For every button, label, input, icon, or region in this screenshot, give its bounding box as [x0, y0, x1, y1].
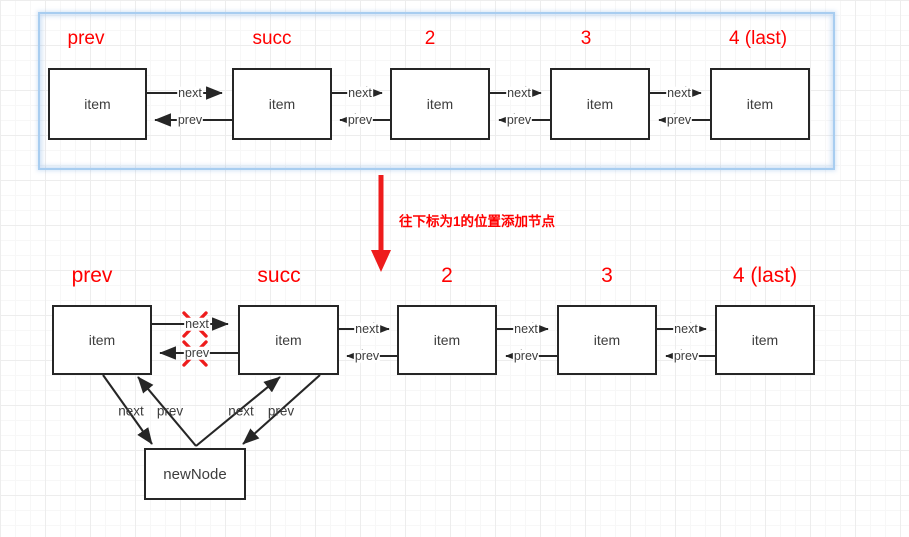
- newnode-link-next: next: [228, 403, 254, 419]
- top-header-succ: succ: [252, 28, 292, 49]
- top-node-succ[interactable]: item: [232, 68, 332, 140]
- node-label: item: [746, 96, 774, 112]
- node-label: item: [586, 96, 614, 112]
- node-label: item: [433, 332, 461, 348]
- bottom-header-3: 3: [601, 264, 613, 287]
- new-node-label: newNode: [163, 465, 227, 483]
- top-link-next-2: next: [506, 85, 532, 100]
- top-header-2: 2: [424, 28, 436, 49]
- new-node-box[interactable]: newNode: [144, 448, 246, 500]
- bottom-header-2: 2: [441, 264, 453, 287]
- bottom-header-prev: prev: [71, 264, 113, 287]
- broken-link-next: next: [184, 316, 210, 331]
- node-label: item: [751, 332, 779, 348]
- node-label: item: [426, 96, 454, 112]
- top-node-2[interactable]: item: [390, 68, 490, 140]
- node-label: item: [268, 96, 296, 112]
- top-link-prev-2: prev: [505, 112, 533, 127]
- newnode-link-prev-next: next: [118, 403, 144, 419]
- newnode-link-succ-prev: prev: [267, 403, 295, 419]
- bottom-link-next-2: next: [513, 321, 539, 336]
- top-link-next-1: next: [347, 85, 373, 100]
- top-link-prev-3: prev: [665, 112, 693, 127]
- bottom-node-succ[interactable]: item: [238, 305, 339, 375]
- bottom-node-3[interactable]: item: [557, 305, 657, 375]
- top-node-prev[interactable]: item: [48, 68, 147, 140]
- top-link-next-3: next: [666, 85, 692, 100]
- top-link-next-0: next: [177, 85, 203, 100]
- top-header-3: 3: [580, 28, 592, 49]
- bottom-link-next-3: next: [673, 321, 699, 336]
- bottom-link-next-1: next: [354, 321, 380, 336]
- top-link-prev-1: prev: [346, 112, 374, 127]
- top-node-4[interactable]: item: [710, 68, 810, 140]
- bottom-link-prev-2: prev: [512, 348, 540, 363]
- node-label: item: [593, 332, 621, 348]
- newnode-link-prev: prev: [156, 403, 184, 419]
- top-header-prev: prev: [67, 28, 105, 49]
- bottom-node-2[interactable]: item: [397, 305, 497, 375]
- node-label: item: [275, 332, 302, 348]
- bottom-node-4[interactable]: item: [715, 305, 815, 375]
- broken-link-prev: prev: [183, 345, 211, 360]
- bottom-header-4-last: 4 (last): [732, 264, 798, 287]
- bottom-header-succ: succ: [257, 264, 301, 287]
- bottom-node-prev[interactable]: item: [52, 305, 152, 375]
- top-link-prev-0: prev: [176, 112, 204, 127]
- top-node-3[interactable]: item: [550, 68, 650, 140]
- bottom-link-prev-3: prev: [672, 348, 700, 363]
- node-label: item: [84, 96, 111, 112]
- top-header-4-last: 4 (last): [728, 28, 788, 49]
- node-label: item: [88, 332, 116, 348]
- transition-note: 往下标为1的位置添加节点: [399, 214, 556, 229]
- bottom-link-prev-1: prev: [353, 348, 381, 363]
